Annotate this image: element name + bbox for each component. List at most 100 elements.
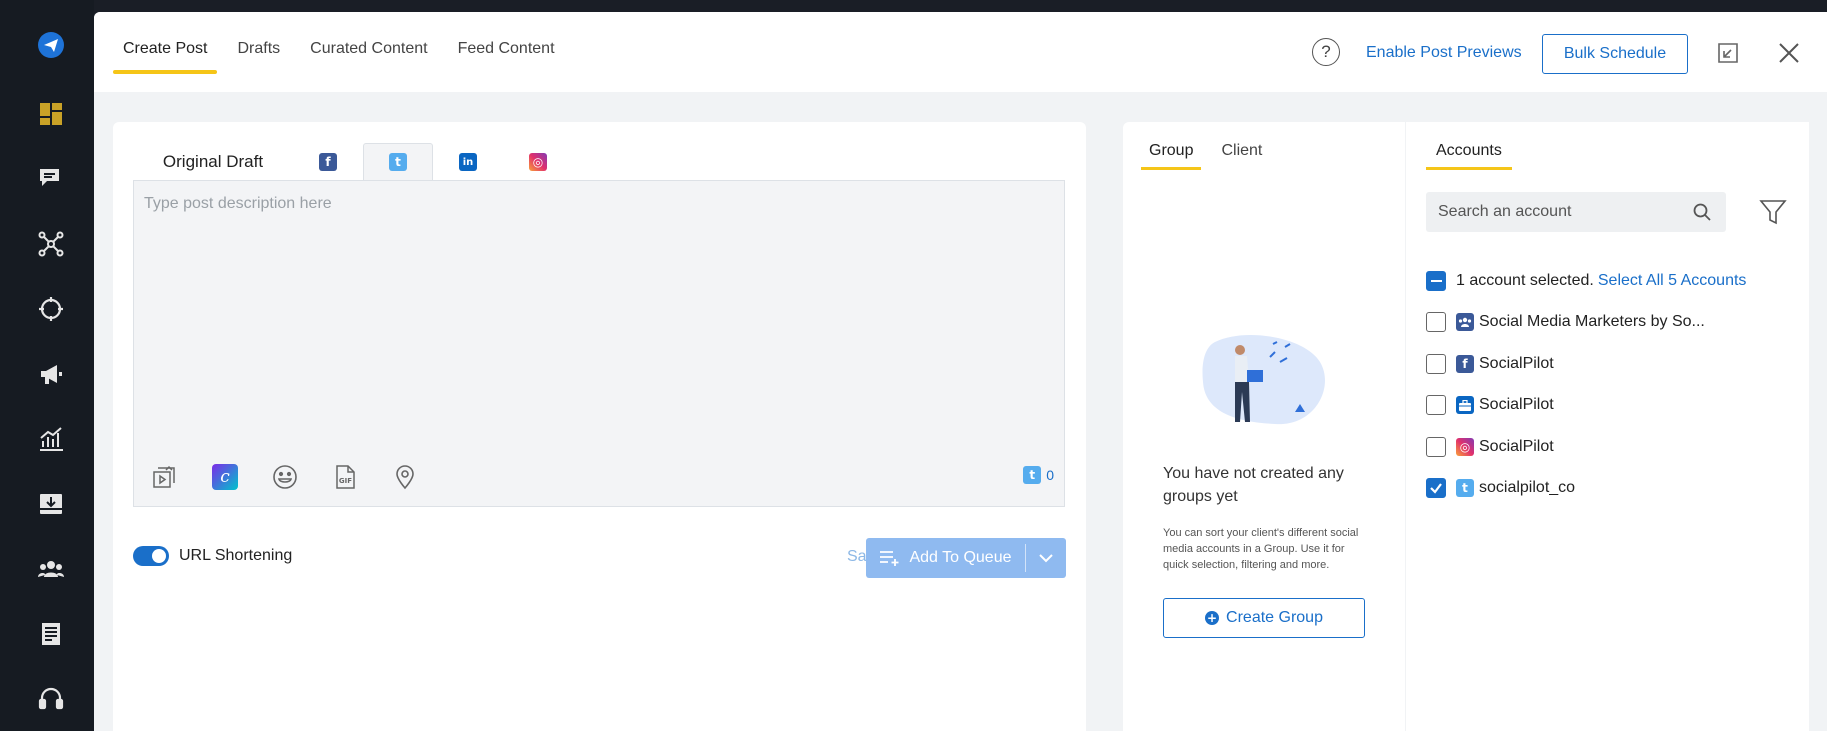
instagram-icon: ◎: [529, 153, 547, 171]
minimize-icon[interactable]: [1716, 41, 1740, 65]
account-row[interactable]: ◎ SocialPilot: [1426, 426, 1796, 468]
account-name: socialpilot_co: [1479, 479, 1576, 497]
target-icon[interactable]: [36, 294, 66, 324]
network-icon[interactable]: [36, 229, 66, 259]
post-editor: Original Draft f t in ◎ Type post descri…: [113, 122, 1086, 731]
media-icon: [153, 465, 175, 488]
help-icon[interactable]: ?: [1312, 38, 1340, 66]
chat-icon[interactable]: [36, 164, 66, 194]
main-tabs: Create Post Drafts Curated Content Feed …: [113, 12, 575, 92]
plus-circle-icon: +: [1205, 611, 1220, 625]
paper-plane-icon[interactable]: [36, 30, 66, 60]
tab-linkedin[interactable]: in: [433, 144, 503, 180]
emoji-button[interactable]: [270, 462, 300, 492]
gif-icon-label: GIF: [339, 477, 352, 485]
create-post-modal: Create Post Drafts Curated Content Feed …: [94, 12, 1827, 731]
twitter-char-counter: t 0: [1023, 466, 1054, 484]
linkedin-icon: in: [459, 153, 477, 171]
tab-accounts[interactable]: Accounts: [1426, 142, 1512, 170]
account-checkbox[interactable]: [1426, 353, 1446, 374]
char-count: 0: [1046, 467, 1054, 483]
facebook-icon: f: [319, 153, 337, 171]
content-icon[interactable]: [36, 619, 66, 649]
emoji-icon: [273, 465, 297, 489]
enable-post-previews-link[interactable]: Enable Post Previews: [1366, 44, 1522, 62]
create-group-label: Create Group: [1226, 609, 1323, 626]
tab-client[interactable]: Client: [1213, 142, 1270, 170]
tab-feed-content[interactable]: Feed Content: [448, 12, 565, 74]
editor-toolbar: c GIF: [150, 462, 450, 492]
search-icon[interactable]: [1692, 202, 1712, 222]
url-shortening-toggle[interactable]: [133, 546, 169, 566]
select-all-accounts-link[interactable]: Select All 5 Accounts: [1598, 272, 1747, 290]
dashboard-icon[interactable]: [36, 99, 66, 129]
tab-drafts[interactable]: Drafts: [227, 12, 290, 74]
tab-original-draft[interactable]: Original Draft: [133, 144, 293, 180]
facebook-group-icon: [1456, 313, 1474, 332]
network-tabs: Original Draft f t in ◎: [133, 143, 573, 180]
account-search: [1426, 192, 1726, 232]
business-profile-icon: [1456, 396, 1474, 415]
gif-icon: GIF: [336, 465, 355, 489]
filter-icon[interactable]: [1759, 198, 1787, 226]
chevron-down-icon: [1039, 554, 1053, 563]
account-row[interactable]: SocialPilot: [1426, 385, 1796, 427]
tab-facebook[interactable]: f: [293, 144, 363, 180]
tab-curated-content[interactable]: Curated Content: [300, 12, 437, 74]
account-checkbox[interactable]: [1426, 436, 1446, 457]
account-name: SocialPilot: [1479, 396, 1554, 414]
twitter-icon: t: [1456, 479, 1474, 498]
account-list: 1 account selected. Select All 5 Account…: [1426, 260, 1796, 509]
account-checkbox[interactable]: [1426, 395, 1446, 416]
check-icon: [1430, 483, 1442, 494]
tab-create-post[interactable]: Create Post: [113, 12, 218, 74]
twitter-icon: t: [389, 153, 407, 171]
account-checkbox[interactable]: [1426, 478, 1446, 499]
add-to-queue-main[interactable]: Add To Queue: [866, 544, 1026, 572]
account-search-input[interactable]: [1426, 203, 1692, 221]
url-shortening-row: URL Shortening: [133, 546, 292, 566]
tab-group[interactable]: Group: [1141, 142, 1202, 170]
account-name: Social Media Marketers by So...: [1479, 313, 1705, 331]
canva-button[interactable]: c: [210, 462, 240, 492]
selection-summary-row: 1 account selected. Select All 5 Account…: [1426, 260, 1796, 302]
url-shortening-label: URL Shortening: [179, 547, 293, 564]
gif-button[interactable]: GIF: [330, 462, 360, 492]
twitter-icon: t: [1023, 466, 1042, 484]
bulk-schedule-button[interactable]: Bulk Schedule: [1542, 34, 1688, 74]
left-rail: [0, 0, 94, 731]
close-icon[interactable]: [1776, 40, 1802, 66]
analytics-icon[interactable]: [36, 424, 66, 454]
location-pin-icon: [396, 465, 414, 490]
facebook-icon: f: [1456, 354, 1474, 373]
inbox-icon[interactable]: [36, 489, 66, 519]
modal-header: Create Post Drafts Curated Content Feed …: [94, 12, 1827, 92]
add-to-queue-button[interactable]: Add To Queue: [866, 538, 1066, 578]
account-row[interactable]: Social Media Marketers by So...: [1426, 302, 1796, 344]
post-description-input[interactable]: [134, 181, 1064, 441]
queue-add-icon: [880, 551, 899, 566]
empty-groups-description: You can sort your client's different soc…: [1163, 527, 1359, 571]
tab-instagram[interactable]: ◎: [503, 144, 573, 180]
account-checkbox[interactable]: [1426, 312, 1446, 333]
account-name: SocialPilot: [1479, 354, 1554, 372]
megaphone-icon[interactable]: [36, 359, 66, 389]
post-description-box: c GIF: [133, 180, 1065, 507]
support-icon[interactable]: [36, 684, 66, 714]
selection-summary: 1 account selected.: [1456, 271, 1594, 289]
empty-groups-title: You have not created any groups yet: [1163, 465, 1344, 505]
tab-twitter[interactable]: t: [363, 143, 433, 180]
accounts-panel: Accounts 1 account selected. Select All …: [1406, 122, 1809, 731]
media-button[interactable]: [150, 462, 180, 492]
account-name: SocialPilot: [1479, 437, 1554, 455]
account-row[interactable]: f SocialPilot: [1426, 343, 1796, 385]
queue-options-dropdown[interactable]: [1026, 553, 1066, 563]
location-button[interactable]: [390, 462, 420, 492]
empty-groups-illustration: [1202, 334, 1325, 425]
select-all-checkbox[interactable]: [1426, 270, 1446, 291]
team-icon[interactable]: [36, 554, 66, 584]
account-row[interactable]: t socialpilot_co: [1426, 468, 1796, 510]
add-to-queue-label: Add To Queue: [909, 549, 1012, 566]
create-group-button[interactable]: + Create Group: [1163, 598, 1365, 638]
group-tabs: Group Client: [1141, 142, 1282, 170]
